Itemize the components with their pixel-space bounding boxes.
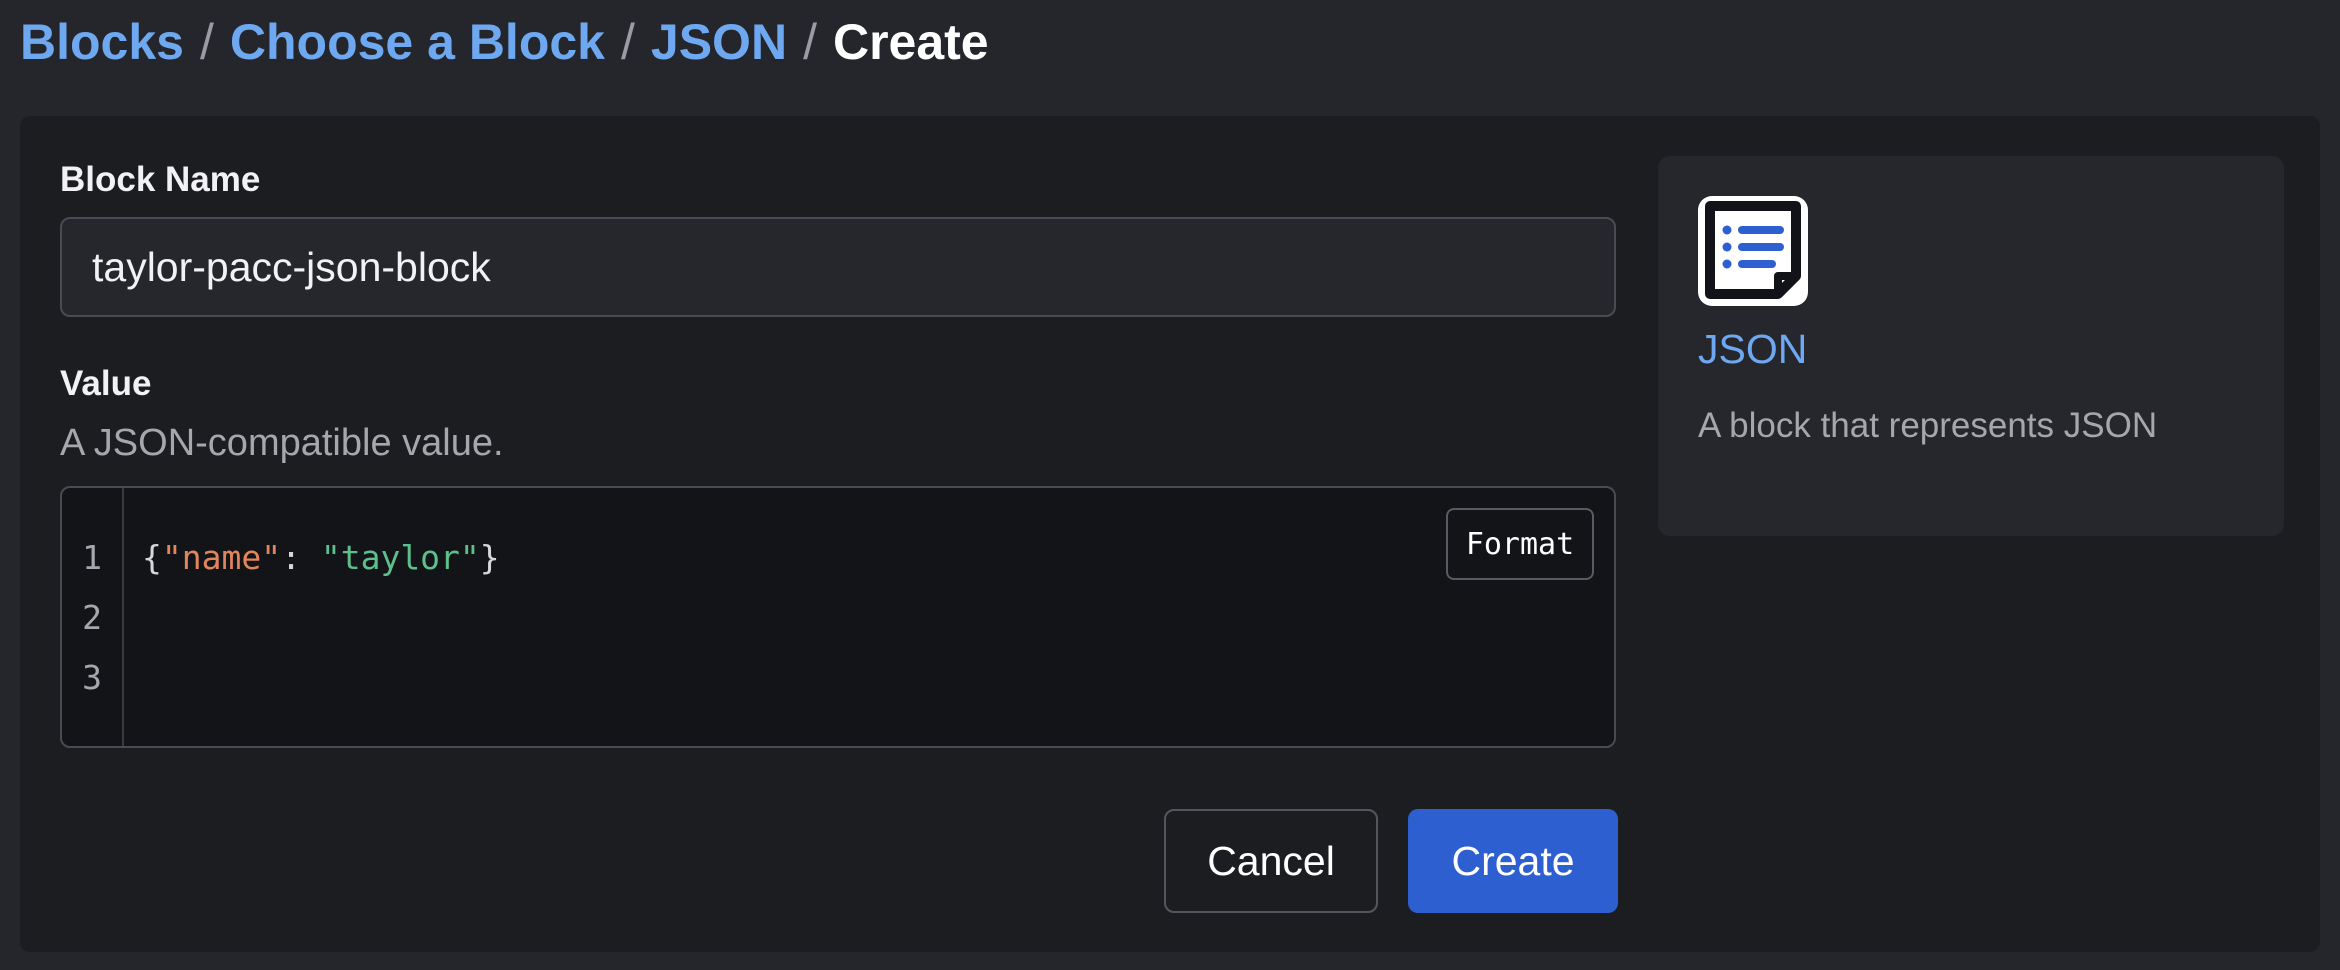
json-string-value: "taylor" [320,538,480,577]
value-label: Value [60,364,152,403]
value-description: A JSON-compatible value. [60,422,504,464]
line-number: 1 [82,538,102,577]
breadcrumb-json-link[interactable]: JSON [651,13,787,71]
cancel-button[interactable]: Cancel [1164,809,1378,913]
create-button[interactable]: Create [1408,809,1618,913]
line-number: 2 [82,598,102,637]
breadcrumb-blocks-link[interactable]: Blocks [20,13,184,71]
line-number: 3 [82,658,102,697]
json-open-brace: { [142,538,162,577]
page-title: Create [832,14,989,70]
block-type-title[interactable]: JSON [1698,326,1807,373]
breadcrumb-separator: / [620,14,635,70]
breadcrumb-separator: / [803,14,817,70]
code-line[interactable]: {"name": "taylor"} [142,538,500,578]
breadcrumb-separator: / [199,14,214,70]
json-code-editor[interactable]: 1 2 3 {"name": "taylor"} Format [60,486,1616,748]
block-type-card: JSON A block that represents JSON [1658,156,2284,536]
format-button[interactable]: Format [1446,508,1594,580]
list-document-icon [1698,196,1808,306]
block-name-input[interactable] [60,217,1616,317]
block-type-description: A block that represents JSON [1698,406,2158,445]
create-block-panel: Block Name Value A JSON-compatible value… [20,116,2320,952]
breadcrumb-choose-block-link[interactable]: Choose a Block [230,13,605,71]
line-number-gutter: 1 2 3 [62,488,124,746]
json-key: "name" [161,538,282,577]
json-colon: : [281,538,321,577]
breadcrumb: Blocks / Choose a Block / JSON / Create [20,8,989,76]
block-name-label: Block Name [60,160,261,199]
json-close-brace: } [479,538,500,577]
